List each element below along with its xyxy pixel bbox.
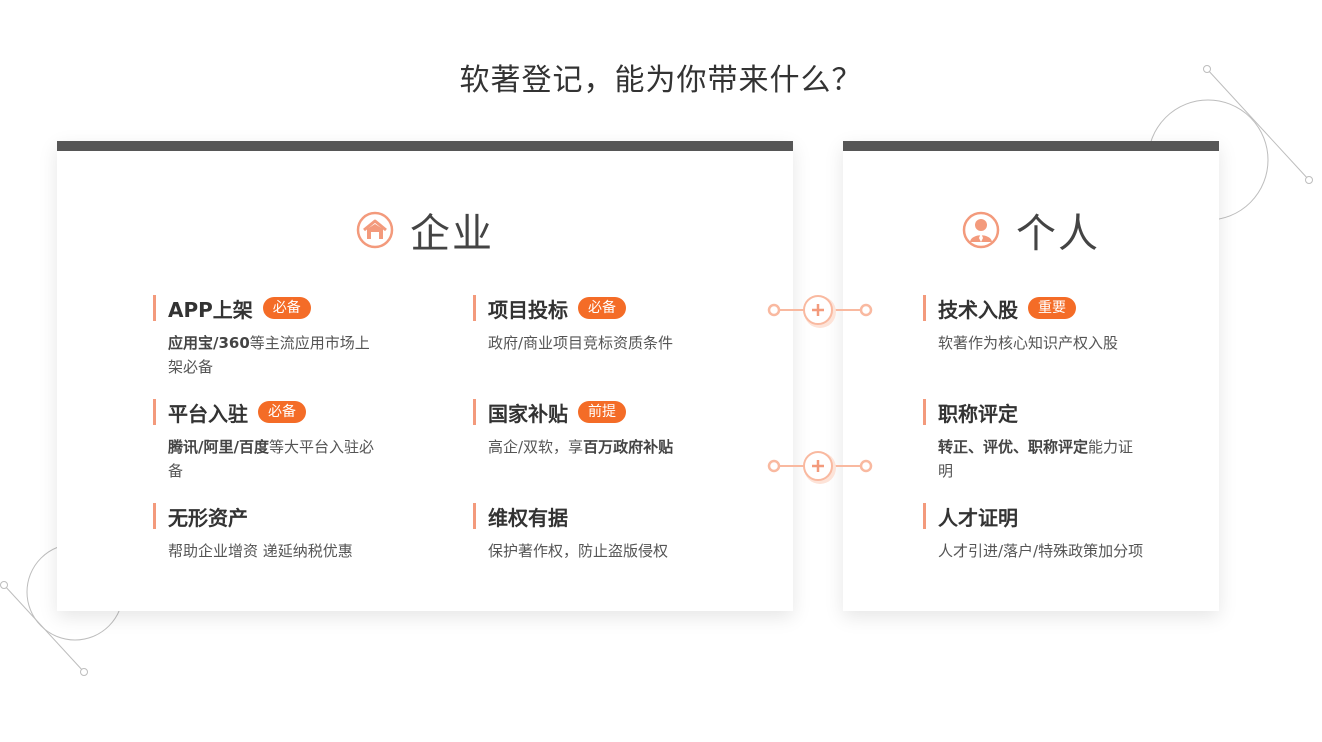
personal-header: 个人	[843, 201, 1219, 259]
item-desc: 高企/双软，享百万政府补贴	[488, 438, 674, 456]
item-bidding: 项目投标 必备 政府/商业项目竞标资质条件	[473, 295, 733, 355]
item-title: 维权有据	[488, 505, 568, 530]
badge-required: 必备	[258, 401, 306, 423]
item-app-listing: APP上架 必备 应用宝/360等主流应用市场上架必备	[153, 295, 413, 379]
item-desc: 转正、评优、职称评定能力证明	[938, 438, 1134, 480]
badge-required: 必备	[578, 297, 626, 319]
item-platform: 平台入驻 必备 腾讯/阿里/百度等大平台入驻必备	[153, 399, 413, 483]
badge-important: 重要	[1028, 297, 1076, 319]
person-icon	[962, 211, 1000, 249]
enterprise-header: 企业	[57, 201, 793, 259]
enterprise-title: 企业	[410, 211, 494, 257]
house-icon	[356, 211, 394, 249]
item-desc: 帮助企业增资 递延纳税优惠	[168, 542, 353, 560]
item-title: 无形资产	[168, 505, 248, 530]
item-subsidy: 国家补贴 前提 高企/双软，享百万政府补贴	[473, 399, 733, 459]
item-title: 技术入股	[938, 297, 1018, 322]
item-desc: 应用宝/360等主流应用市场上架必备	[168, 334, 370, 376]
item-tech-equity: 技术入股 重要 软著作为核心知识产权入股	[923, 295, 1183, 355]
badge-prerequisite: 前提	[578, 401, 626, 423]
item-title: 人才证明	[938, 505, 1018, 530]
plus-icon	[767, 295, 873, 328]
item-title: 国家补贴	[488, 401, 568, 426]
item-title-evaluation: 职称评定 转正、评优、职称评定能力证明	[923, 399, 1183, 483]
item-title: 项目投标	[488, 297, 568, 322]
item-desc: 政府/商业项目竞标资质条件	[488, 334, 674, 352]
item-title: 职称评定	[938, 401, 1018, 426]
item-desc: 腾讯/阿里/百度等大平台入驻必备	[168, 438, 374, 480]
enterprise-card: 企业 APP上架 必备 应用宝/360等主流应用市场上架必备 项目投标 必备 政府/…	[57, 141, 793, 611]
item-title: 平台入驻	[168, 401, 248, 426]
item-desc: 人才引进/落户/特殊政策加分项	[938, 542, 1144, 560]
page-title: 软著登记，能为你带来什么？	[459, 63, 863, 98]
item-talent-proof: 人才证明 人才引进/落户/特殊政策加分项	[923, 503, 1183, 563]
item-intangible-assets: 无形资产 帮助企业增资 递延纳税优惠	[153, 503, 413, 563]
item-title: APP上架	[168, 297, 253, 322]
item-desc: 保护著作权，防止盗版侵权	[488, 542, 669, 560]
item-rights-protection: 维权有据 保护著作权，防止盗版侵权	[473, 503, 733, 563]
personal-title: 个人	[1016, 211, 1100, 257]
badge-required: 必备	[262, 297, 311, 319]
personal-card: 个人 技术入股 重要 软著作为核心知识产权入股 职称评定 转正、评优、职称评定能力…	[843, 141, 1219, 611]
item-desc: 软著作为核心知识产权入股	[938, 334, 1119, 352]
plus-icon	[767, 451, 873, 484]
